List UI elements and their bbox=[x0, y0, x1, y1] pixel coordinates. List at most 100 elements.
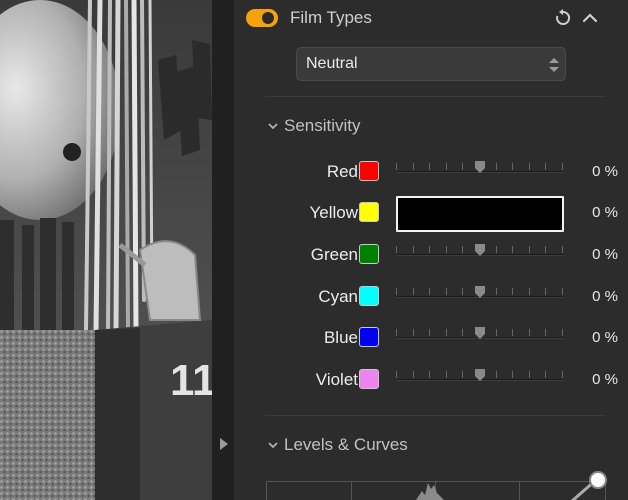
slider-tick bbox=[512, 163, 514, 170]
slider-tick bbox=[396, 288, 397, 295]
slider-tick bbox=[512, 371, 514, 378]
chevron-down-icon bbox=[268, 123, 278, 130]
slider-tick bbox=[445, 371, 447, 378]
slider-tick bbox=[429, 163, 431, 170]
slider-tick bbox=[396, 329, 397, 336]
slider-tick bbox=[462, 329, 464, 336]
color-swatch[interactable] bbox=[359, 202, 379, 222]
slider-tick bbox=[528, 246, 530, 253]
sign-number: 11 bbox=[170, 356, 212, 405]
color-swatch[interactable] bbox=[359, 244, 379, 264]
slider-tick bbox=[396, 246, 397, 253]
color-swatch[interactable] bbox=[359, 286, 379, 306]
slider-tick bbox=[495, 371, 497, 378]
channel-row-green: Green 0 % bbox=[234, 237, 628, 271]
film-preset-select[interactable]: Neutral bbox=[296, 47, 566, 81]
slider-tick bbox=[528, 329, 530, 336]
grid-line bbox=[351, 482, 352, 500]
section-divider bbox=[265, 415, 605, 416]
slider-tick bbox=[562, 371, 563, 378]
slider-thumb[interactable] bbox=[474, 161, 486, 173]
photo-image: 11 bbox=[0, 0, 212, 500]
channel-value: 0 % bbox=[592, 371, 618, 388]
film-types-header: Film Types bbox=[234, 0, 628, 36]
panel-divider bbox=[212, 0, 234, 500]
color-swatch[interactable] bbox=[359, 369, 379, 389]
channel-row-red: Red 0 % bbox=[234, 154, 628, 188]
slider-tick bbox=[545, 246, 547, 253]
slider-tick bbox=[429, 371, 431, 378]
channel-label: Blue bbox=[323, 328, 358, 347]
slider-tick bbox=[412, 329, 414, 336]
film-types-toggle[interactable] bbox=[246, 9, 278, 27]
select-arrows-icon bbox=[549, 58, 559, 72]
film-preset-value: Neutral bbox=[306, 55, 358, 72]
slider-tick bbox=[562, 329, 563, 336]
channel-value: 0 % bbox=[592, 204, 618, 221]
channel-label: Red bbox=[326, 162, 358, 181]
slider-tick bbox=[412, 288, 414, 295]
slider-tick bbox=[495, 163, 497, 170]
color-swatch[interactable] bbox=[359, 327, 379, 347]
slider-tick bbox=[462, 371, 464, 378]
channel-label: Yellow bbox=[309, 203, 358, 222]
slider-tick bbox=[462, 288, 464, 295]
slider-tick bbox=[545, 329, 547, 336]
sensitivity-slider[interactable] bbox=[396, 324, 564, 350]
channel-row-yellow: Yellow 0 % bbox=[234, 195, 628, 232]
color-picker-field[interactable] bbox=[396, 196, 564, 232]
channel-row-cyan: Cyan 0 % bbox=[234, 279, 628, 313]
sensitivity-slider[interactable] bbox=[396, 283, 564, 309]
expand-panel-icon[interactable] bbox=[220, 438, 228, 450]
sensitivity-title: Sensitivity bbox=[284, 116, 361, 135]
sensitivity-slider[interactable] bbox=[396, 366, 564, 392]
levels-curves-title: Levels & Curves bbox=[284, 435, 408, 454]
slider-tick bbox=[528, 163, 530, 170]
slider-tick bbox=[412, 371, 414, 378]
slider-thumb[interactable] bbox=[474, 327, 486, 339]
slider-tick bbox=[545, 371, 547, 378]
slider-tick bbox=[429, 329, 431, 336]
slider-tick bbox=[545, 288, 547, 295]
slider-tick bbox=[545, 163, 547, 170]
slider-tick bbox=[412, 246, 414, 253]
slider-tick bbox=[562, 246, 563, 253]
slider-tick bbox=[528, 288, 530, 295]
channel-value: 0 % bbox=[592, 246, 618, 263]
slider-thumb[interactable] bbox=[474, 369, 486, 381]
slider-tick bbox=[495, 288, 497, 295]
channel-row-violet: Violet 0 % bbox=[234, 362, 628, 396]
channel-label: Violet bbox=[315, 370, 358, 389]
slider-thumb[interactable] bbox=[474, 244, 486, 256]
slider-tick bbox=[445, 288, 447, 295]
chevron-down-icon bbox=[268, 442, 278, 449]
slider-tick bbox=[495, 329, 497, 336]
chevron-up-icon[interactable] bbox=[581, 9, 599, 27]
sensitivity-slider[interactable] bbox=[396, 158, 564, 184]
slider-tick bbox=[445, 163, 447, 170]
adjustments-panel: Film Types Neutral Sensitivity Red 0 % Yel… bbox=[234, 0, 628, 500]
sensitivity-slider[interactable] bbox=[396, 241, 564, 267]
color-swatch[interactable] bbox=[359, 161, 379, 181]
slider-tick bbox=[429, 246, 431, 253]
slider-tick bbox=[412, 163, 414, 170]
slider-tick bbox=[462, 163, 464, 170]
slider-tick bbox=[512, 329, 514, 336]
slider-tick bbox=[562, 288, 563, 295]
section-divider bbox=[265, 96, 605, 97]
slider-tick bbox=[445, 329, 447, 336]
slider-tick bbox=[396, 371, 397, 378]
channel-value: 0 % bbox=[592, 163, 618, 180]
slider-tick bbox=[396, 163, 397, 170]
slider-tick bbox=[528, 371, 530, 378]
slider-tick bbox=[512, 246, 514, 253]
slider-tick bbox=[562, 163, 563, 170]
slider-thumb[interactable] bbox=[474, 286, 486, 298]
curve-white-point-handle[interactable] bbox=[589, 471, 607, 489]
reset-icon[interactable] bbox=[554, 9, 572, 27]
slider-tick bbox=[445, 246, 447, 253]
toggle-knob bbox=[262, 12, 274, 24]
slider-tick bbox=[512, 288, 514, 295]
grid-line bbox=[519, 482, 520, 500]
slider-tick bbox=[462, 246, 464, 253]
